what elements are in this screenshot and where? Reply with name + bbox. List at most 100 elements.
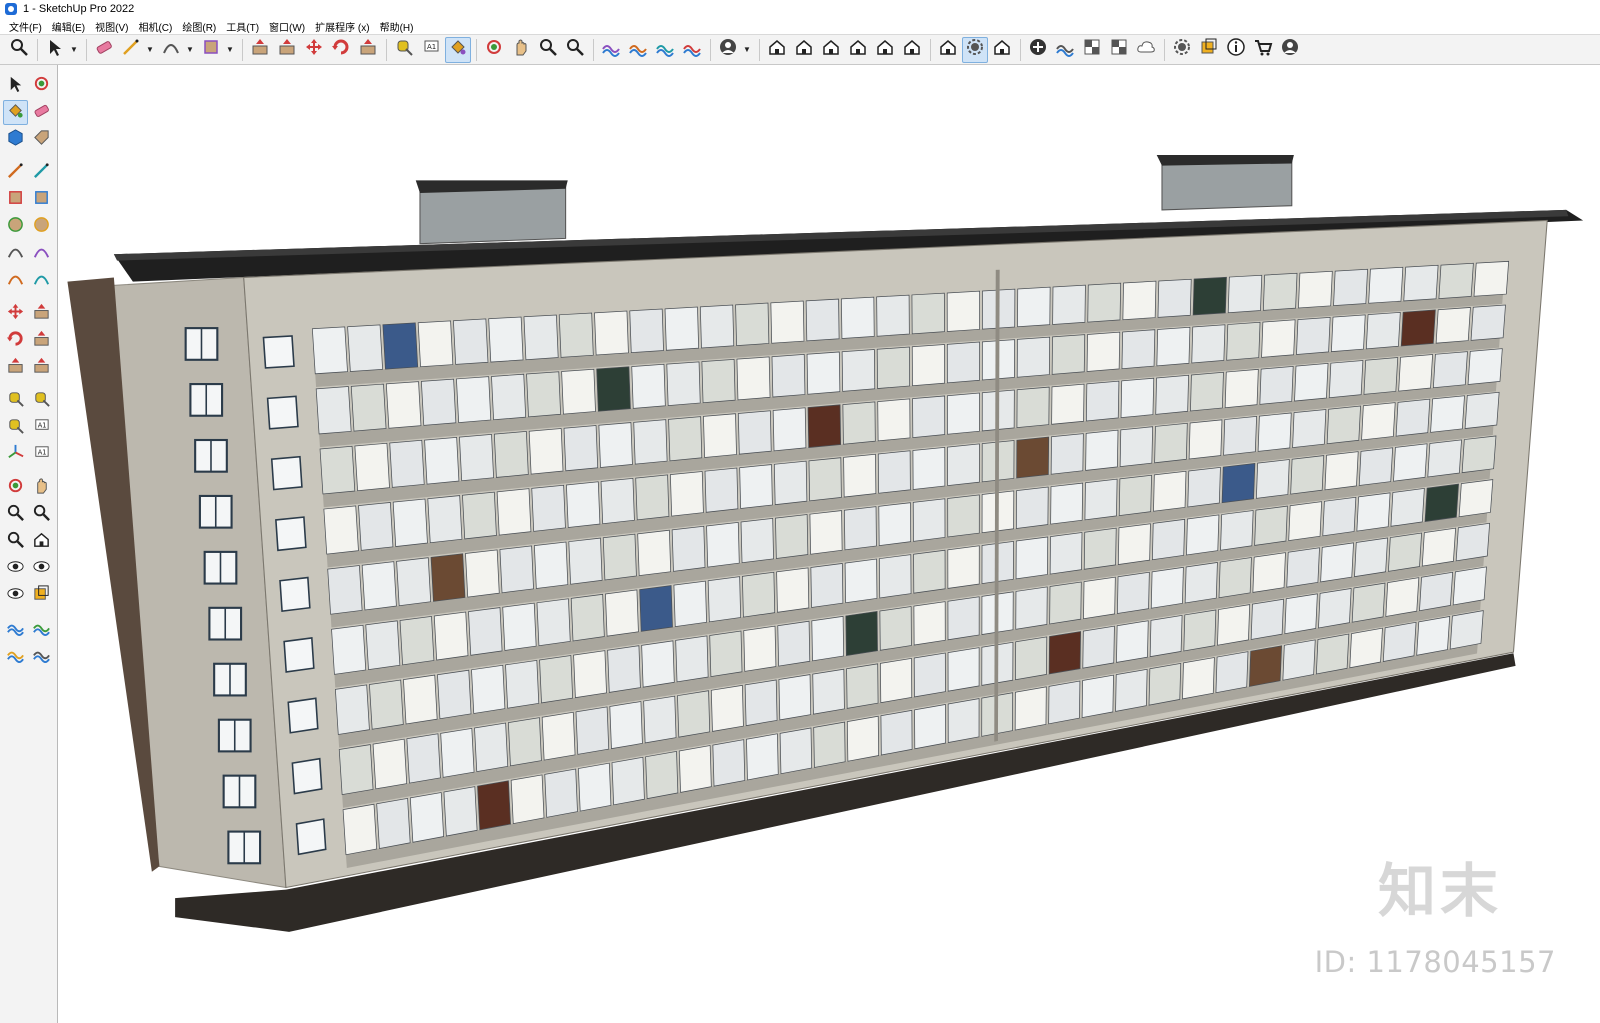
text-tool[interactable]: A1 bbox=[29, 415, 54, 440]
rotated-rectangle-tool[interactable] bbox=[29, 187, 54, 212]
info-button[interactable] bbox=[1223, 37, 1249, 63]
chevron-down-icon[interactable]: ▼ bbox=[185, 37, 195, 63]
chevron-down-icon[interactable]: ▼ bbox=[69, 37, 79, 63]
push-pull-tool[interactable] bbox=[29, 301, 54, 326]
front-view-button[interactable] bbox=[818, 37, 844, 63]
menu-extensions[interactable]: 扩展程序 (x) bbox=[310, 19, 374, 34]
paint-bucket-tool[interactable] bbox=[3, 100, 28, 125]
line-tool[interactable] bbox=[3, 160, 28, 185]
zoom-extents-tool[interactable] bbox=[3, 529, 28, 554]
chevron-down-icon[interactable]: ▼ bbox=[145, 37, 155, 63]
sandbox-from-contours-button[interactable] bbox=[598, 37, 624, 63]
sandbox-smoove-button[interactable] bbox=[625, 37, 651, 63]
look-around-tool[interactable] bbox=[29, 556, 54, 581]
sandbox-smoove-tool[interactable] bbox=[29, 616, 54, 641]
styles-button[interactable] bbox=[1079, 37, 1105, 63]
freehand-tool[interactable] bbox=[29, 160, 54, 185]
zoom-extents-button[interactable] bbox=[562, 37, 588, 63]
sandbox-drape-button[interactable] bbox=[679, 37, 705, 63]
rectangle-button[interactable] bbox=[198, 37, 224, 63]
rotate-tool[interactable] bbox=[3, 328, 28, 353]
top-view-button[interactable] bbox=[791, 37, 817, 63]
select-tool[interactable] bbox=[3, 73, 28, 98]
section-plane-button[interactable] bbox=[1196, 37, 1222, 63]
scale-tool[interactable] bbox=[3, 355, 28, 380]
menu-draw[interactable]: 绘图(R) bbox=[177, 19, 221, 34]
zoom-tool[interactable] bbox=[3, 502, 28, 527]
cloud-button[interactable] bbox=[1133, 37, 1159, 63]
menu-edit[interactable]: 编辑(E) bbox=[47, 19, 90, 34]
tag-tool[interactable] bbox=[29, 127, 54, 152]
push-pull-button[interactable] bbox=[247, 37, 273, 63]
rectangle-tool[interactable] bbox=[3, 187, 28, 212]
warehouse-button[interactable] bbox=[935, 37, 961, 63]
circle-tool[interactable] bbox=[3, 214, 28, 239]
right-view-button[interactable] bbox=[845, 37, 871, 63]
section-plane-tool[interactable] bbox=[29, 583, 54, 608]
dimension-tool[interactable] bbox=[29, 388, 54, 413]
previous-view-tool[interactable] bbox=[29, 529, 54, 554]
text-button[interactable]: A1 bbox=[418, 37, 444, 63]
orbit-button[interactable] bbox=[481, 37, 507, 63]
follow-me-button[interactable] bbox=[274, 37, 300, 63]
solid-tools-button[interactable] bbox=[1052, 37, 1078, 63]
arc-button[interactable] bbox=[158, 37, 184, 63]
menu-file[interactable]: 文件(F) bbox=[4, 19, 47, 34]
menu-view[interactable]: 视图(V) bbox=[90, 19, 133, 34]
eraser-button[interactable] bbox=[91, 37, 117, 63]
extension-manager-button[interactable] bbox=[1169, 37, 1195, 63]
left-view-button[interactable] bbox=[899, 37, 925, 63]
model-viewport[interactable]: 知末 ID: 1178045157 bbox=[59, 66, 1600, 1023]
chevron-down-icon[interactable]: ▼ bbox=[742, 37, 752, 63]
offset-tool[interactable] bbox=[29, 355, 54, 380]
select-button[interactable] bbox=[42, 37, 68, 63]
polygon-tool[interactable] bbox=[29, 214, 54, 239]
axes-tool[interactable] bbox=[3, 442, 28, 467]
profile-button[interactable] bbox=[1277, 37, 1303, 63]
two-point-arc-tool[interactable] bbox=[29, 241, 54, 266]
orbit-tool-tool[interactable] bbox=[3, 475, 28, 500]
xray-button[interactable] bbox=[1106, 37, 1132, 63]
menu-camera[interactable]: 相机(C) bbox=[133, 19, 177, 34]
pan-button[interactable] bbox=[508, 37, 534, 63]
sandbox-stamp-tool[interactable] bbox=[3, 643, 28, 668]
3d-text-tool[interactable]: A1 bbox=[29, 442, 54, 467]
move-button[interactable] bbox=[301, 37, 327, 63]
zoom-tool-button[interactable] bbox=[535, 37, 561, 63]
menu-help[interactable]: 帮助(H) bbox=[375, 19, 419, 34]
extension-warehouse-button[interactable] bbox=[989, 37, 1015, 63]
position-camera-tool[interactable] bbox=[3, 556, 28, 581]
menu-tools[interactable]: 工具(T) bbox=[221, 19, 264, 34]
add-location-button[interactable] bbox=[1025, 37, 1051, 63]
menu-window[interactable]: 窗口(W) bbox=[264, 19, 310, 34]
arc-tool[interactable] bbox=[3, 241, 28, 266]
iso-view-button[interactable] bbox=[764, 37, 790, 63]
balcony-window bbox=[876, 346, 911, 389]
paint-bucket-button[interactable] bbox=[445, 36, 471, 63]
back-view-button[interactable] bbox=[872, 37, 898, 63]
orbit-tool[interactable] bbox=[29, 73, 54, 98]
component-tool[interactable] bbox=[3, 127, 28, 152]
follow-me-tool[interactable] bbox=[29, 328, 54, 353]
sandbox-stamp-button[interactable] bbox=[652, 37, 678, 63]
pie-tool[interactable] bbox=[29, 268, 54, 293]
account-button[interactable] bbox=[715, 37, 741, 63]
protractor-tool[interactable] bbox=[3, 415, 28, 440]
share-model-button[interactable] bbox=[962, 36, 988, 63]
sandbox-from-contours-tool[interactable] bbox=[3, 616, 28, 641]
tape-measure-tool[interactable] bbox=[3, 388, 28, 413]
line-button[interactable] bbox=[118, 37, 144, 63]
zoom-window-tool[interactable] bbox=[29, 502, 54, 527]
move-tool[interactable] bbox=[3, 301, 28, 326]
three-point-arc-tool[interactable] bbox=[3, 268, 28, 293]
scale-button[interactable] bbox=[355, 37, 381, 63]
chevron-down-icon[interactable]: ▼ bbox=[225, 37, 235, 63]
eraser-tool[interactable] bbox=[29, 100, 54, 125]
rotate-button[interactable] bbox=[328, 37, 354, 63]
zoom-button[interactable] bbox=[6, 37, 32, 63]
walk-tool[interactable] bbox=[3, 583, 28, 608]
sandbox-drape-tool[interactable] bbox=[29, 643, 54, 668]
tape-measure-button[interactable] bbox=[391, 37, 417, 63]
cart-button[interactable] bbox=[1250, 37, 1276, 63]
pan-tool[interactable] bbox=[29, 475, 54, 500]
